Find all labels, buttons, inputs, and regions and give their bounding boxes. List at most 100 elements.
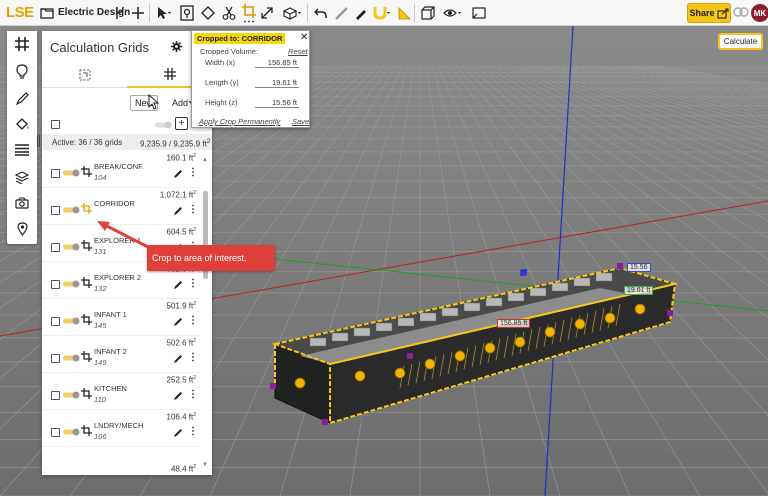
- add-icon[interactable]: [130, 0, 146, 26]
- crop-icon[interactable]: [81, 277, 92, 288]
- more-options-icon[interactable]: ⋮: [188, 279, 198, 289]
- grid-checkbox[interactable]: [51, 169, 60, 178]
- grid-row[interactable]: 106.4 ft2 LNDRY/MECH 106 ⋮: [42, 410, 200, 447]
- avatar[interactable]: MK: [751, 4, 768, 22]
- app-logo[interactable]: LSE: [6, 4, 34, 21]
- rail-bulb-icon[interactable]: [7, 58, 37, 84]
- magnet-snap-icon[interactable]: [371, 0, 393, 26]
- place-luminaire-icon[interactable]: [178, 0, 196, 26]
- more-options-icon[interactable]: ⋮: [188, 316, 198, 326]
- ruler-angle-icon[interactable]: [396, 0, 412, 26]
- width-field[interactable]: 156.85 ft: [255, 58, 299, 68]
- panel-resize-handle[interactable]: [37, 135, 40, 147]
- length-label: Length (y): [205, 78, 239, 87]
- all-visibility-toggle[interactable]: [155, 121, 173, 129]
- height-field[interactable]: 15.56 ft: [255, 98, 299, 108]
- height-dimension-label: 15.56: [627, 263, 651, 272]
- toolbar-divider: [414, 4, 415, 22]
- cube-view-icon[interactable]: [419, 0, 437, 26]
- shapes-menu-icon[interactable]: [280, 0, 304, 26]
- active-count: Active: 36 / 36 grids: [52, 138, 123, 147]
- edit-pencil-icon[interactable]: [173, 169, 183, 179]
- crop-icon[interactable]: [81, 203, 92, 214]
- area-unit-sup: 2: [193, 227, 196, 233]
- measure-icon[interactable]: [333, 0, 349, 26]
- crop-icon[interactable]: [81, 425, 92, 436]
- rail-pencil-icon[interactable]: [7, 85, 37, 111]
- close-icon[interactable]: ✕: [300, 32, 308, 43]
- grid-checkbox[interactable]: [51, 206, 60, 215]
- expand-icon[interactable]: [259, 0, 275, 26]
- crop-icon[interactable]: [81, 388, 92, 399]
- crop-icon[interactable]: [81, 166, 92, 177]
- grid-list[interactable]: 160.1 ft2 BREAK/CONF. 104 ⋮ 1,072.1 ft2 CORRI…: [42, 151, 212, 471]
- gear-icon[interactable]: [171, 41, 182, 55]
- rail-camera-icon[interactable]: [7, 190, 37, 216]
- crop-icon[interactable]: [81, 240, 92, 251]
- screen-view-icon[interactable]: [470, 0, 488, 26]
- grid-visibility-toggle[interactable]: [63, 391, 81, 399]
- length-field[interactable]: 19.61 ft: [255, 78, 299, 88]
- more-options-icon[interactable]: ⋮: [188, 205, 198, 215]
- grid-visibility-toggle[interactable]: [63, 428, 81, 436]
- crop-tool-icon[interactable]: [240, 0, 258, 26]
- more-options-icon[interactable]: ⋮: [188, 168, 198, 178]
- grid-checkbox[interactable]: [51, 243, 60, 252]
- rotate-icon[interactable]: [199, 0, 217, 26]
- project-folder-icon[interactable]: [38, 0, 56, 26]
- grid-checkbox[interactable]: [51, 354, 60, 363]
- tab-area-select[interactable]: [42, 61, 127, 88]
- scroll-up-arrow[interactable]: ▲: [202, 157, 208, 163]
- scissors-icon[interactable]: [220, 0, 238, 26]
- branch-icon[interactable]: [112, 0, 128, 26]
- crop-icon[interactable]: [81, 314, 92, 325]
- rail-layers-list-icon[interactable]: [7, 137, 37, 163]
- edit-pencil-icon[interactable]: [173, 391, 183, 401]
- furniture-block: [397, 317, 415, 327]
- grid-row[interactable]: 502.6 ft2 INFANT 2 149 ⋮: [42, 336, 200, 373]
- select-cursor-icon[interactable]: [154, 0, 174, 26]
- rail-paint-bucket-icon[interactable]: [7, 111, 37, 137]
- undo-icon[interactable]: [312, 0, 328, 26]
- grid-checkbox[interactable]: [51, 391, 60, 400]
- add-to-selection-icon[interactable]: +: [175, 117, 188, 130]
- more-options-icon[interactable]: ⋮: [188, 353, 198, 363]
- grid-visibility-toggle[interactable]: [63, 243, 81, 251]
- edit-pencil-icon[interactable]: [173, 317, 183, 327]
- grid-checkbox[interactable]: [51, 428, 60, 437]
- grid-row[interactable]: 252.5 ft2 KITCHEN 110 ⋮: [42, 373, 200, 410]
- grid-visibility-toggle[interactable]: [63, 354, 81, 362]
- grid-checkbox[interactable]: [51, 317, 60, 326]
- scroll-down-arrow[interactable]: ▼: [202, 462, 208, 468]
- crop-icon[interactable]: [81, 351, 92, 362]
- rail-map-pin-icon[interactable]: [7, 216, 37, 242]
- luminaire-marker: [424, 358, 436, 370]
- grid-checkbox[interactable]: [51, 280, 60, 289]
- grid-row[interactable]: 501.9 ft2 INFANT 1 145 ⋮: [42, 299, 200, 336]
- more-options-icon[interactable]: ⋮: [188, 390, 198, 400]
- paint-brush-icon[interactable]: [352, 0, 368, 26]
- link-icon[interactable]: [733, 6, 749, 21]
- edit-pencil-icon[interactable]: [173, 206, 183, 216]
- reset-link[interactable]: Reset: [288, 47, 308, 56]
- grid-area-value: 106.4 ft: [166, 412, 194, 422]
- rail-grids-icon[interactable]: [7, 31, 37, 57]
- grid-visibility-toggle[interactable]: [63, 317, 81, 325]
- grid-visibility-toggle[interactable]: [63, 169, 81, 177]
- calculate-button[interactable]: Calculate: [718, 33, 763, 50]
- edit-pencil-icon[interactable]: [173, 354, 183, 364]
- rail-stack-icon[interactable]: [7, 164, 37, 190]
- grid-visibility-toggle[interactable]: [63, 280, 81, 288]
- visibility-eye-icon[interactable]: [442, 0, 464, 26]
- select-all-checkbox[interactable]: [51, 120, 60, 129]
- more-options-icon[interactable]: ⋮: [188, 427, 198, 437]
- grid-row[interactable]: 160.1 ft2 BREAK/CONF. 104 ⋮: [42, 151, 200, 188]
- edit-pencil-icon[interactable]: [173, 428, 183, 438]
- save-link[interactable]: Save: [292, 117, 309, 126]
- apply-crop-link[interactable]: Apply Crop Permanently: [199, 117, 280, 126]
- share-button[interactable]: Share: [687, 3, 731, 23]
- partial-row-area-value: 48.4 ft: [170, 464, 194, 474]
- grid-visibility-toggle[interactable]: [63, 206, 81, 214]
- edit-pencil-icon[interactable]: [173, 280, 183, 290]
- luminaire-marker: [294, 377, 306, 389]
